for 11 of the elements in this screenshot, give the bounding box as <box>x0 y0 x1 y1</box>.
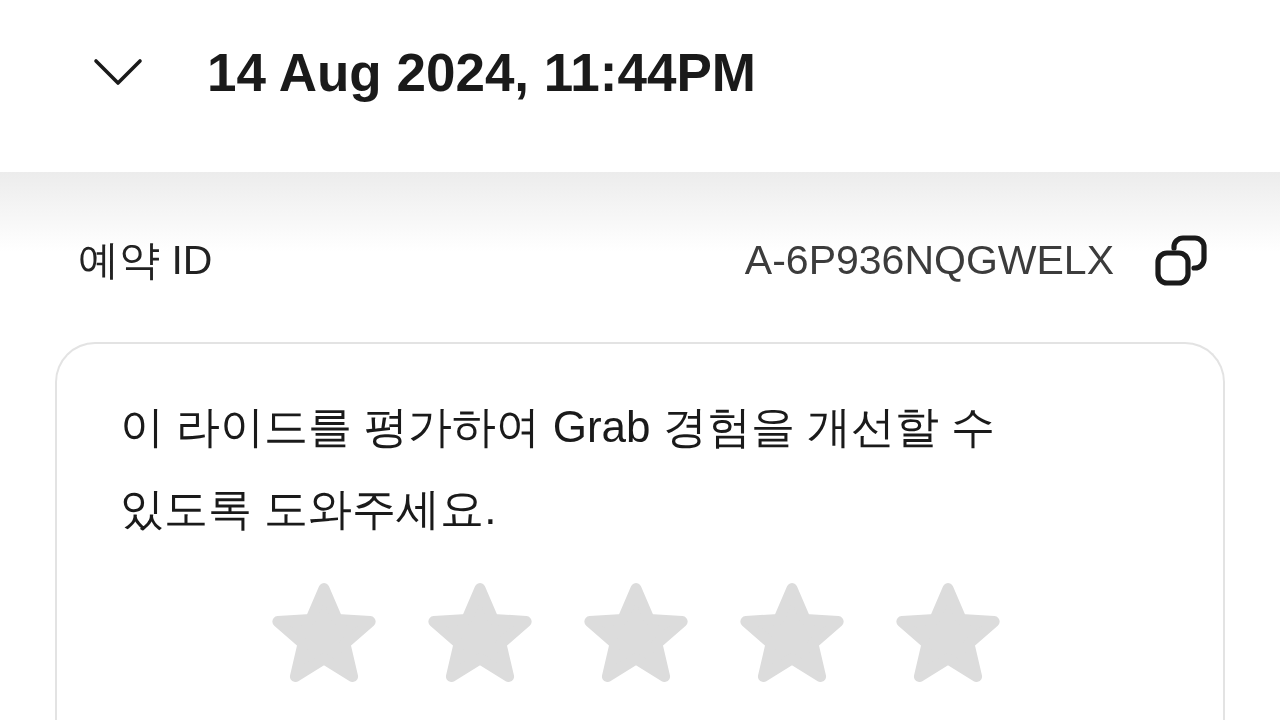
booking-id-value: A-6P936NQGWELX <box>744 236 1114 285</box>
chevron-down-icon <box>93 58 143 86</box>
copy-icon <box>1154 232 1210 289</box>
empty-star-icon[interactable] <box>583 581 689 682</box>
copy-button[interactable] <box>1154 232 1210 289</box>
empty-star-icon[interactable] <box>427 581 533 682</box>
empty-star-icon[interactable] <box>895 581 1001 682</box>
empty-star-icon[interactable] <box>271 581 377 682</box>
booking-id-label: 예약 ID <box>78 236 213 285</box>
empty-star-icon[interactable] <box>739 581 845 682</box>
rating-prompt: 이 라이드를 평가하여 Grab 경험을 개선할 수 있도록 도와주세요. <box>120 400 997 535</box>
